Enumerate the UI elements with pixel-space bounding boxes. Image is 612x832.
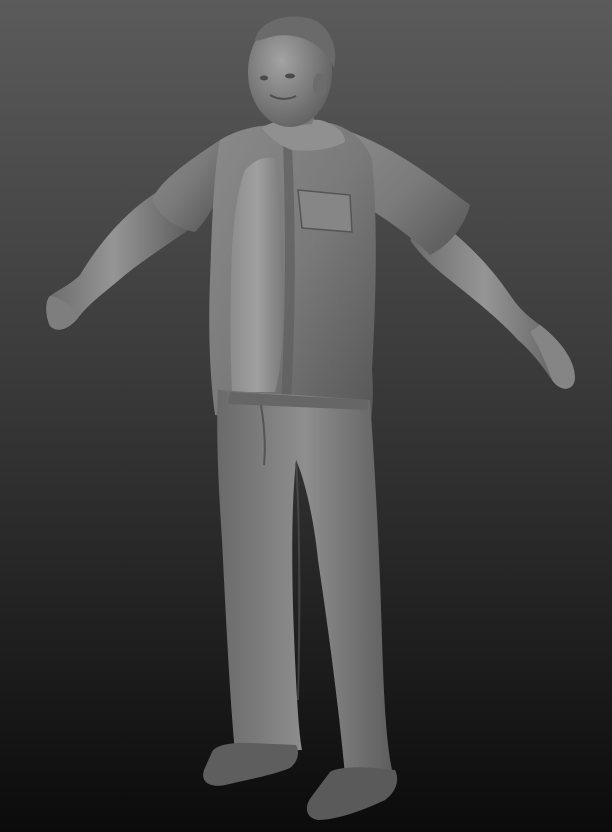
chest-pocket [297,189,353,233]
clay-character-model [46,16,575,820]
right-shoe [306,767,398,820]
head [248,16,336,127]
pants [217,390,392,775]
sculpt-viewport [0,0,612,832]
left-shoe [203,742,298,786]
